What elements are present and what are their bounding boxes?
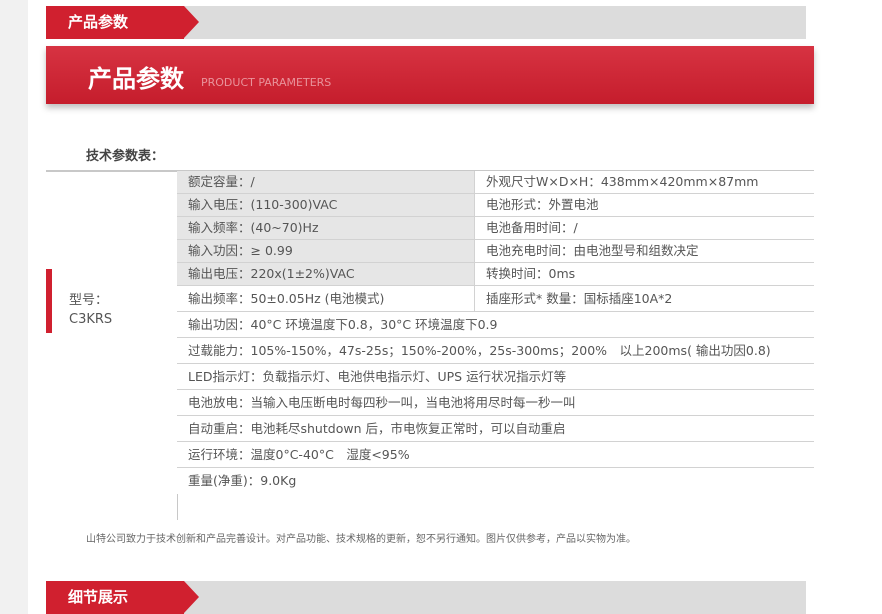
spec-table-title: 技术参数表： [86,149,165,164]
spec-cell: 输出功因：40°C 环境温度下0.8，30°C 环境温度下0.9 [177,312,814,337]
banner-title: 产品参数 [88,65,184,93]
section-tab-label: 细节展示 [46,581,184,614]
section-header-details: 细节展示 [46,581,806,614]
spec-rows: 额定容量：/外观尺寸W×D×H：438mm×420mm×87mm 输入电压：(1… [177,171,814,494]
section-tab-label: 产品参数 [46,6,184,39]
spec-cell: LED指示灯：负载指示灯、电池供电指示灯、UPS 运行状况指示灯等 [177,364,814,389]
table-row: 运行环境：温度0°C-40°C 湿度<95% [177,442,814,468]
spec-table: 型号： C3KRS 额定容量：/外观尺寸W×D×H：438mm×420mm×87… [46,170,814,520]
table-row: LED指示灯：负载指示灯、电池供电指示灯、UPS 运行状况指示灯等 [177,364,814,390]
table-row: 额定容量：/外观尺寸W×D×H：438mm×420mm×87mm [177,171,814,194]
table-row: 输入频率：(40~70)Hz 电池备用时间：/ [177,217,814,240]
section-tab-arrow [184,6,199,38]
spec-cell: 输入电压：(110-300)VAC [177,194,475,216]
model-cell: 型号： C3KRS [46,171,177,520]
spec-cell: 自动重启：电池耗尽shutdown 后，市电恢复正常时，可以自动重启 [177,416,814,441]
left-rail [0,0,28,614]
table-row: 输出功因：40°C 环境温度下0.8，30°C 环境温度下0.9 [177,312,814,338]
spec-cell: 电池充电时间：由电池型号和组数决定 [475,240,814,262]
banner-subtitle: PRODUCT PARAMETERS [201,76,332,89]
table-row: 输入功因：≥ 0.99 电池充电时间：由电池型号和组数决定 [177,240,814,263]
spec-cell: 输出电压：220x(1±2%)VAC [177,263,475,285]
table-row: 过载能力：105%-150%，47s-25s；150%-200%，25s-300… [177,338,814,364]
spec-cell: 转换时间：0ms [475,263,814,285]
spec-cell: 电池备用时间：/ [475,217,814,239]
section-tab-arrow [184,581,199,613]
spec-cell: 过载能力：105%-150%，47s-25s；150%-200%，25s-300… [177,338,814,363]
spec-cell: 输入频率：(40~70)Hz [177,217,475,239]
spec-cell: 外观尺寸W×D×H：438mm×420mm×87mm [475,171,814,193]
table-row: 输出频率：50±0.05Hz (电池模式) 插座形式* 数量：国标插座10A*2 [177,286,814,312]
spec-cell: 输出频率：50±0.05Hz (电池模式) [177,286,475,311]
spec-cell: 额定容量：/ [177,171,475,193]
spec-cell: 电池放电：当输入电压断电时每四秒一叫，当电池将用尽时每一秒一叫 [177,390,814,415]
table-row: 电池放电：当输入电压断电时每四秒一叫，当电池将用尽时每一秒一叫 [177,390,814,416]
spec-cell: 插座形式* 数量：国标插座10A*2 [475,286,814,311]
spec-cell: 输入功因：≥ 0.99 [177,240,475,262]
model-accent-bar [46,269,52,333]
spec-cell: 运行环境：温度0°C-40°C 湿度<95% [177,442,814,467]
spec-cell: 重量(净重)：9.0Kg [177,468,814,494]
table-row: 输出电压：220x(1±2%)VAC 转换时间：0ms [177,263,814,286]
spec-cell: 电池形式：外置电池 [475,194,814,216]
section-header-params: 产品参数 [46,6,806,39]
disclaimer-note: 山特公司致力于技术创新和产品完善设计。对产品功能、技术规格的更新，恕不另行通知。… [86,534,636,545]
table-row: 输入电压：(110-300)VAC 电池形式：外置电池 [177,194,814,217]
table-row: 重量(净重)：9.0Kg [177,468,814,494]
table-row: 自动重启：电池耗尽shutdown 后，市电恢复正常时，可以自动重启 [177,416,814,442]
params-banner: 产品参数 PRODUCT PARAMETERS [46,46,814,104]
model-label: 型号： [69,293,109,308]
model-value: C3KRS [69,312,113,327]
